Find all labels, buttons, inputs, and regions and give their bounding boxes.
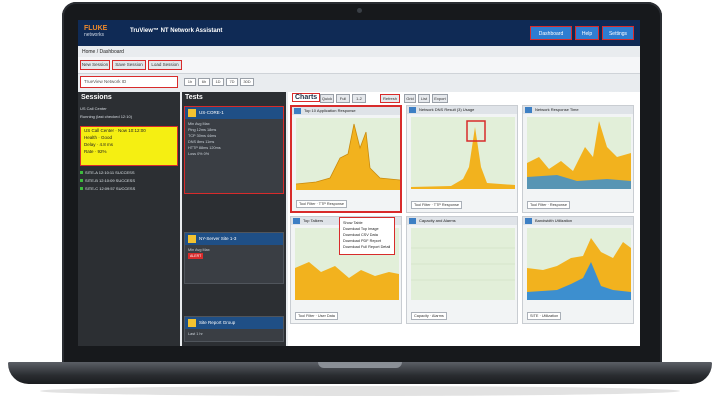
session-list-item[interactable]: SITE-C 12:09:57 SUCCESS (80, 186, 178, 191)
test-stat: Last 1 hr (188, 332, 203, 336)
chart-filter-button[interactable]: Tool Filter · TTP Response (411, 201, 463, 209)
test-icon (188, 109, 196, 117)
test-title: NY-Server Site 1-3 (199, 236, 237, 242)
chart-plot (411, 228, 515, 300)
charts-title: Charts (292, 93, 321, 102)
chart-tile-capacity[interactable]: Capacity and Alarms Capacity · Alarms (406, 216, 518, 324)
chart-plot (411, 117, 515, 189)
test-icon (188, 235, 196, 243)
range-7d[interactable]: 7D (226, 78, 238, 86)
session-card-line: US Call Center · Now 10:12:00 (84, 128, 146, 133)
brand-logo: FLUKE networks (84, 25, 108, 38)
chart-tile-app-response[interactable]: Top 10 Application Response Tool Filter … (290, 105, 402, 213)
chart-plot (527, 228, 631, 300)
tests-title: Tests (185, 94, 203, 101)
chart-tile-bandwidth[interactable]: Bandwidth Utilization SITE · Utilization (522, 216, 634, 324)
test-card[interactable]: Site Report Group Last 1 hr (184, 316, 284, 342)
range-6h[interactable]: 6h (198, 78, 210, 86)
session-name[interactable]: US Call Center (80, 106, 178, 111)
menu-item[interactable]: Download Full Report Detail (343, 244, 391, 250)
test-title: Site Report Group (199, 320, 236, 326)
chart-filter-button[interactable]: Capacity · Alarms (411, 312, 447, 320)
session-card-line: Rate · 92% (84, 149, 107, 154)
breadcrumb: Home / Dashboard (82, 49, 124, 55)
chart-tab[interactable]: Export (432, 94, 448, 103)
line-chart (411, 247, 515, 281)
session-list-item[interactable]: SITE-A 12:10:11 SUCCESS (80, 170, 178, 175)
app-title: TruView™ NT Network Assistant (130, 28, 223, 34)
status-dot-icon (80, 171, 83, 174)
chart-filter-button[interactable]: Tool Filter · User Data (295, 312, 338, 320)
chart-plot (296, 118, 400, 190)
sessions-panel: Sessions US Call Center Running (last ch… (78, 92, 180, 346)
sub-toolbar: New Session Save Session Load Session (78, 57, 640, 74)
chart-filter-button[interactable]: SITE · Utilization (527, 312, 562, 320)
selected-session-card[interactable]: US Call Center · Now 10:12:00 Health · G… (80, 126, 178, 166)
range-30d[interactable]: 30D (240, 78, 254, 86)
stacked-area-chart (527, 238, 631, 300)
status-dot-icon (80, 187, 83, 190)
chart-tab[interactable]: Quick (320, 94, 334, 103)
help-button[interactable]: Help (575, 26, 599, 40)
chart-filter-button[interactable]: Tool Filter · Response (527, 201, 570, 209)
webcam (357, 8, 362, 13)
chart-context-menu: Show Table Download Top Image Download C… (339, 217, 395, 255)
load-session-button[interactable]: Load Session (148, 60, 182, 70)
area-chart (527, 121, 631, 189)
laptop-notch (318, 362, 402, 368)
area-chart (411, 120, 515, 189)
test-card-selected[interactable]: US-CORE-1 Min Avg Max Ping 12ms 18ms TCP… (184, 106, 284, 194)
chart-tab[interactable]: List (418, 94, 430, 103)
dashboard-button[interactable]: Dashboard (530, 26, 572, 40)
network-filter-input[interactable]: TrueView Network ID (80, 76, 178, 88)
tests-panel: Tests US-CORE-1 Min Avg Max Ping 12ms 18… (182, 92, 286, 346)
alert-badge: ALERT (188, 253, 204, 259)
laptop-shadow (40, 386, 680, 396)
chart-icon (409, 107, 416, 113)
session-list-item[interactable]: SITE-B 12:10:09 SUCCESS (80, 178, 178, 183)
chart-filter-button[interactable]: Tool Filter · TTP Response (296, 200, 348, 208)
chart-tile-top-talkers[interactable]: Top Talkers Show Table Download Top Imag… (290, 216, 402, 324)
chart-plot (527, 117, 631, 189)
range-1h[interactable]: 1h (184, 78, 196, 86)
status-dot-icon (80, 179, 83, 182)
chart-tab[interactable]: Full (336, 94, 350, 103)
chart-tile-response-time[interactable]: Network Response Time Tool Filter · Resp… (522, 105, 634, 213)
chart-icon (294, 108, 301, 114)
area-chart (296, 123, 400, 190)
session-card-line: Health · Good (84, 135, 113, 140)
refresh-button[interactable]: Refresh (380, 94, 400, 103)
save-session-button[interactable]: Save Session (112, 60, 146, 70)
test-title: US-CORE-1 (199, 110, 224, 116)
new-session-button[interactable]: New Session (80, 60, 110, 70)
laptop-screen: FLUKE networks TruView™ NT Network Assis… (78, 20, 640, 346)
test-card[interactable]: NY-Server Site 1-3 Min Avg Max ALERT (184, 232, 284, 284)
chart-icon (525, 218, 532, 224)
charts-panel: Charts Quick Full 1-2 Refresh Grid List … (288, 92, 640, 346)
session-card-line: Delay · 4.8 ms (84, 142, 114, 147)
chart-icon (525, 107, 532, 113)
settings-button[interactable]: Settings (602, 26, 634, 40)
chart-icon (409, 218, 416, 224)
test-stat: Loss 0% 0% (188, 152, 210, 156)
chart-tab[interactable]: 1-2 (352, 94, 366, 103)
chart-icon (293, 218, 300, 224)
chart-tile-dns[interactable]: Network DNS Result (3) Usage Tool Filter… (406, 105, 518, 213)
test-icon (188, 319, 196, 327)
app-header: FLUKE networks TruView™ NT Network Assis… (78, 20, 640, 46)
range-1d[interactable]: 1D (212, 78, 224, 86)
chart-tab[interactable]: Grid (404, 94, 416, 103)
sessions-title: Sessions (81, 94, 112, 101)
session-status: Running (last checked 12:10) (80, 114, 133, 119)
